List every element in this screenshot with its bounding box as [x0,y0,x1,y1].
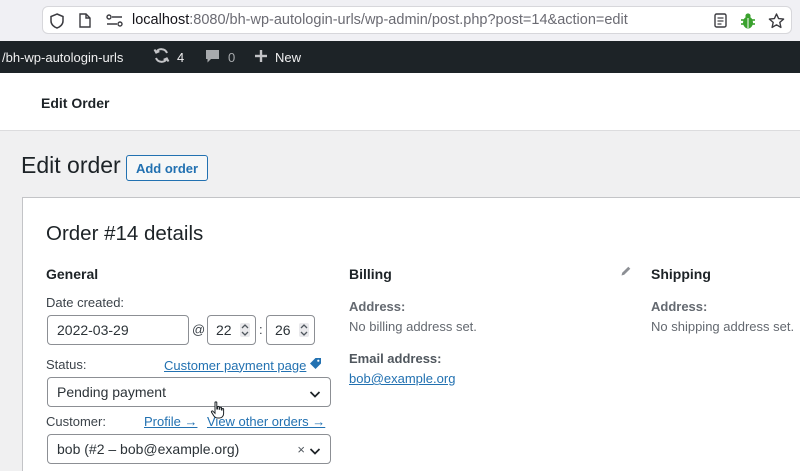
new-label: New [275,49,302,65]
admin-bar-updates[interactable]: 4 [153,41,184,73]
order-heading: Order #14 details [46,222,204,245]
customer-payment-page-link[interactable]: Customer payment page [164,357,322,373]
browser-toolbar: localhost:8080/bh-wp-autologin-urls/wp-a… [0,0,800,41]
minute-spinner-icon[interactable] [299,323,309,337]
bookmark-star-icon[interactable] [766,0,786,41]
customer-payment-page-text: Customer payment page [164,357,307,373]
date-created-label: Date created: [46,295,125,310]
general-section-title: General [46,266,99,282]
shield-icon[interactable] [48,0,66,41]
hour-value: 22 [216,322,232,338]
url-text[interactable]: localhost:8080/bh-wp-autologin-urls/wp-a… [132,0,628,41]
header-title: Edit Order [41,95,110,111]
comment-icon [204,48,221,67]
page-icon [77,0,93,41]
shipping-address-label: Address: [651,299,708,314]
hand-cursor-icon [210,401,226,424]
admin-bar-site-name[interactable]: /bh-wp-autologin-urls [2,41,123,73]
tag-icon [309,357,322,373]
plus-icon [254,49,268,66]
customer-label: Customer: [46,414,106,429]
updates-icon [153,47,170,67]
status-label: Status: [46,357,87,372]
email-address-label: Email address: [349,351,442,366]
billing-address-label: Address: [349,299,406,314]
time-colon: : [259,322,263,337]
page-title: Edit order [21,152,121,178]
comments-count: 0 [228,49,236,65]
hour-spinner-icon[interactable] [240,323,250,337]
admin-bar-new[interactable]: New [254,41,301,73]
status-selected-value: Pending payment [57,384,166,400]
date-created-value: 2022-03-29 [57,322,129,338]
chevron-down-icon [309,444,321,460]
permissions-icon[interactable] [105,0,123,41]
wp-admin-bar: /bh-wp-autologin-urls 4 0 New [0,41,800,73]
minute-input[interactable]: 26 [266,315,315,345]
customer-select[interactable]: bob (#2 – bob@example.org) × [47,434,331,464]
chevron-down-icon [309,387,321,403]
admin-bar-comments[interactable]: 0 [204,41,235,73]
customer-selected-value: bob (#2 – bob@example.org) [57,441,240,457]
status-select[interactable]: Pending payment [47,377,331,407]
url-host: localhost [132,12,190,28]
hour-input[interactable]: 22 [207,315,256,345]
edit-pencil-icon[interactable] [620,264,632,282]
billing-section-title: Billing [349,266,392,282]
add-order-button[interactable]: Add order [126,155,208,181]
site-name-label: /bh-wp-autologin-urls [2,49,124,65]
minute-value: 26 [275,322,291,338]
url-path: :8080/bh-wp-autologin-urls/wp-admin/post… [189,12,628,28]
profile-link[interactable]: Profile → [144,414,197,429]
bug-extension-icon[interactable] [738,0,758,41]
shipping-address-value: No shipping address set. [651,319,795,334]
billing-email-link[interactable]: bob@example.org [349,371,455,386]
woocommerce-header: Edit Order [0,73,800,131]
reader-view-icon[interactable] [712,0,728,41]
updates-count: 4 [177,49,185,65]
billing-address-value: No billing address set. [349,319,477,334]
date-created-input[interactable]: 2022-03-29 [47,315,189,345]
shipping-section-title: Shipping [651,266,711,282]
at-sign: @ [192,322,206,337]
clear-icon[interactable]: × [297,442,305,457]
